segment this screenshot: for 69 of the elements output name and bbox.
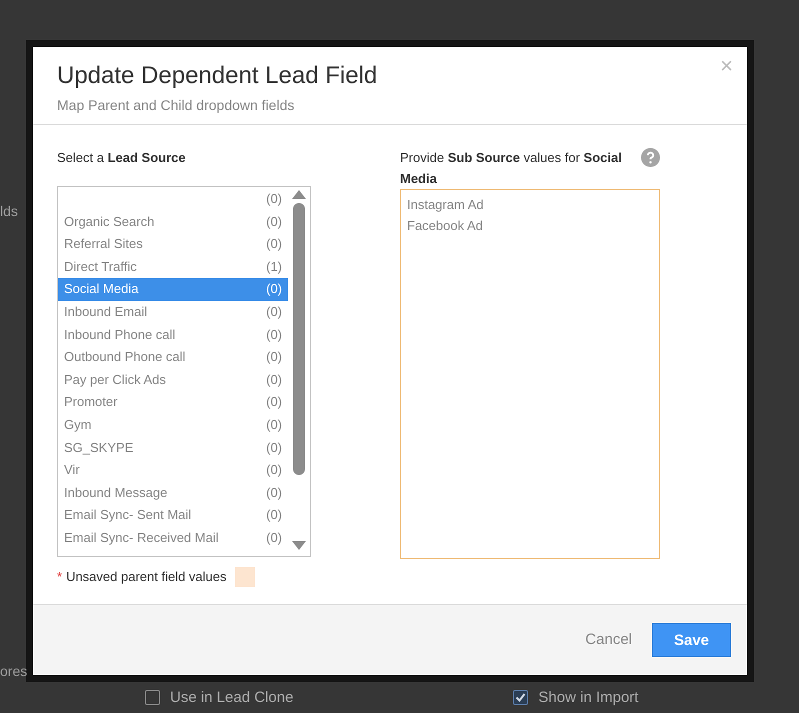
legend-text: Unsaved parent field values xyxy=(66,568,226,586)
option-name: Gym xyxy=(64,416,92,434)
option-count: (0) xyxy=(266,370,282,389)
checkbox-label: Show in Import xyxy=(538,688,638,708)
option-count: (0) xyxy=(266,506,282,524)
option-name: Pay per Click Ads xyxy=(64,370,166,389)
list-option[interactable]: Inbound Email (0) xyxy=(58,300,288,324)
option-name: Outbound Phone call xyxy=(64,348,186,366)
list-option[interactable]: Referral Sites (0) xyxy=(58,233,288,256)
close-button[interactable]: × xyxy=(720,55,733,77)
option-name: Email Sync- Received Mail xyxy=(64,528,219,547)
option-count: (0) xyxy=(266,438,282,457)
option-name: Referral Sites xyxy=(64,235,143,254)
list-option[interactable]: (0) xyxy=(58,188,288,211)
scroll-down-icon[interactable] xyxy=(292,541,306,550)
cancel-button[interactable]: Cancel xyxy=(573,622,644,658)
option-name: Vir xyxy=(64,461,80,480)
help-icon[interactable] xyxy=(641,148,660,167)
background-text: ores xyxy=(0,662,28,681)
option-count: (0) xyxy=(266,212,282,231)
list-option[interactable]: Pay per Click Ads (0) xyxy=(58,368,288,392)
background-text: lds xyxy=(0,202,18,221)
legend-swatch xyxy=(234,567,254,587)
checkbox-label: Use in Lead Clone xyxy=(170,688,294,708)
option-count: (0) xyxy=(266,484,282,502)
option-name: Inbound Email xyxy=(64,302,148,321)
option-count: (0) xyxy=(266,393,282,412)
option-count: (0) xyxy=(266,190,282,208)
lead-source-list[interactable] xyxy=(57,186,311,557)
list-option[interactable]: Email Sync- Sent Mail (0) xyxy=(58,504,288,527)
checkbox[interactable] xyxy=(145,690,160,706)
option-count: (0) xyxy=(266,280,282,298)
list-option[interactable]: Promoter (0) xyxy=(58,391,288,414)
scrollbar-thumb[interactable] xyxy=(293,203,305,475)
option-count: (0) xyxy=(266,302,282,321)
save-button[interactable]: Save xyxy=(652,623,731,657)
option-count: (0) xyxy=(266,528,282,547)
option-count: (0) xyxy=(266,461,282,480)
sub-source-field[interactable]: Instagram Ad Facebook Ad xyxy=(400,189,660,559)
option-count: (0) xyxy=(266,235,282,254)
list-option[interactable]: Direct Traffic (1) xyxy=(58,256,288,278)
option-count: (0) xyxy=(266,326,282,344)
option-name: Direct Traffic xyxy=(64,258,137,276)
option-name: Organic Search xyxy=(64,212,154,231)
list-option[interactable]: Vir (0) xyxy=(58,459,288,482)
list-option[interactable]: Organic Search (0) xyxy=(58,210,288,234)
option-count: (0) xyxy=(266,348,282,366)
option-count: (1) xyxy=(266,258,282,276)
option-name: Email Sync- Sent Mail xyxy=(64,506,192,524)
list-option[interactable]: SG_SKYPE (0) xyxy=(58,436,288,460)
dialog-subtitle: Map Parent and Child dropdown fields xyxy=(57,96,296,115)
option-name: Inbound Phone call xyxy=(64,326,176,344)
scroll-up-icon[interactable] xyxy=(292,190,306,199)
checkbox[interactable] xyxy=(513,690,528,706)
option-name: Promoter xyxy=(64,393,118,412)
list-option[interactable]: Inbound Message (0) xyxy=(58,482,288,504)
list-option[interactable]: Email Sync- Received Mail (0) xyxy=(58,526,288,550)
option-name: Social Media xyxy=(64,280,138,298)
list-option[interactable]: Gym (0) xyxy=(58,414,288,437)
list-option[interactable]: Outbound Phone call (0) xyxy=(58,346,288,369)
field-heading: Select a Lead Source xyxy=(57,149,187,167)
option-name: Inbound Message xyxy=(64,484,168,502)
option-name: SG_SKYPE xyxy=(64,438,134,457)
field-heading: Provide Sub Source values for Social Media xyxy=(400,149,623,188)
list-option[interactable]: Inbound Phone call (0) xyxy=(58,324,288,346)
dialog-title: Update Dependent Lead Field xyxy=(57,61,378,91)
list-option[interactable]: Social Media (0) xyxy=(58,278,288,301)
required-mark: * xyxy=(57,568,62,586)
option-count: (0) xyxy=(266,416,282,434)
